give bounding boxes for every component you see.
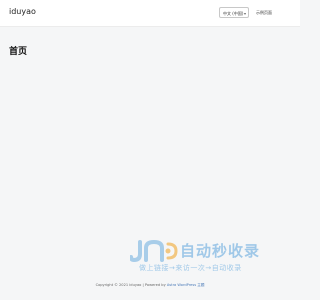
- nav-sample-page-link[interactable]: 示例页面: [256, 10, 272, 16]
- watermark-logo-icon: [130, 240, 178, 262]
- language-select[interactable]: 中文 (中国) ▾: [219, 7, 249, 18]
- site-header: iduyao 中文 (中国) ▾ 示例页面: [0, 0, 300, 27]
- site-footer: Copyright © 2021 iduyao | Powered by Ast…: [0, 278, 300, 292]
- main-content: 首页: [0, 27, 300, 270]
- language-select-value: 中文 (中国): [223, 11, 244, 16]
- chevron-down-icon: ▾: [243, 11, 246, 16]
- site-title-link[interactable]: iduyao: [9, 7, 36, 16]
- watermark-banner: 自动秒收录 做上链接→来访一次→自动收录: [130, 240, 282, 276]
- page-title: 首页: [9, 47, 28, 57]
- footer-copyright: Copyright © 2021 iduyao: [95, 283, 142, 287]
- watermark-title: 自动秒收录: [180, 242, 261, 260]
- footer-theme-link[interactable]: Astra WordPress 主题: [167, 283, 205, 287]
- watermark-subtitle: 做上链接→来访一次→自动收录: [139, 264, 242, 272]
- footer-powered-by: | Powered by: [141, 283, 167, 287]
